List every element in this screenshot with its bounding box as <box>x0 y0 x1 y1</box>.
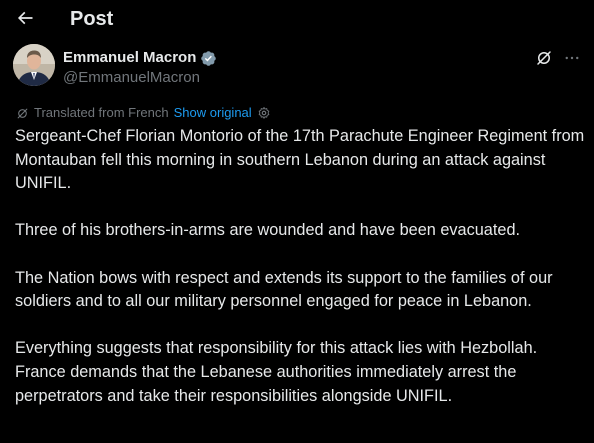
back-button[interactable] <box>10 3 40 33</box>
author-display-name[interactable]: Emmanuel Macron <box>63 48 196 68</box>
post-header: Post <box>0 0 594 38</box>
author-row: Emmanuel Macron @EmmanuelMacron <box>13 44 583 90</box>
post-text: Sergeant-Chef Florian Montorio of the 17… <box>15 125 587 432</box>
grok-translate-icon <box>17 108 28 118</box>
grok-button[interactable] <box>533 47 555 69</box>
translation-notice: Translated from French Show original <box>16 104 271 122</box>
more-options-button[interactable] <box>561 47 583 69</box>
post-paragraph: Sergeant-Chef Florian Montorio of the 17… <box>15 127 585 193</box>
post-paragraph: The Nation bows with respect and extends… <box>15 268 553 311</box>
show-original-link[interactable]: Show original <box>174 105 252 121</box>
arrow-left-icon <box>17 11 33 25</box>
page-title: Post <box>70 8 114 30</box>
author-name-line: Emmanuel Macron <box>63 48 217 68</box>
post-paragraph: Three of his brothers-in-arms are wounde… <box>15 221 521 240</box>
author-handle[interactable]: @EmmanuelMacron <box>63 68 200 88</box>
verified-badge-icon[interactable] <box>200 50 217 67</box>
avatar[interactable] <box>13 44 55 86</box>
gear-icon[interactable] <box>257 106 271 120</box>
post-paragraph: Everything suggests that responsibility … <box>15 339 538 405</box>
grok-icon <box>537 51 551 65</box>
more-dots-icon <box>565 56 579 60</box>
translated-label: Translated from French <box>34 105 169 120</box>
